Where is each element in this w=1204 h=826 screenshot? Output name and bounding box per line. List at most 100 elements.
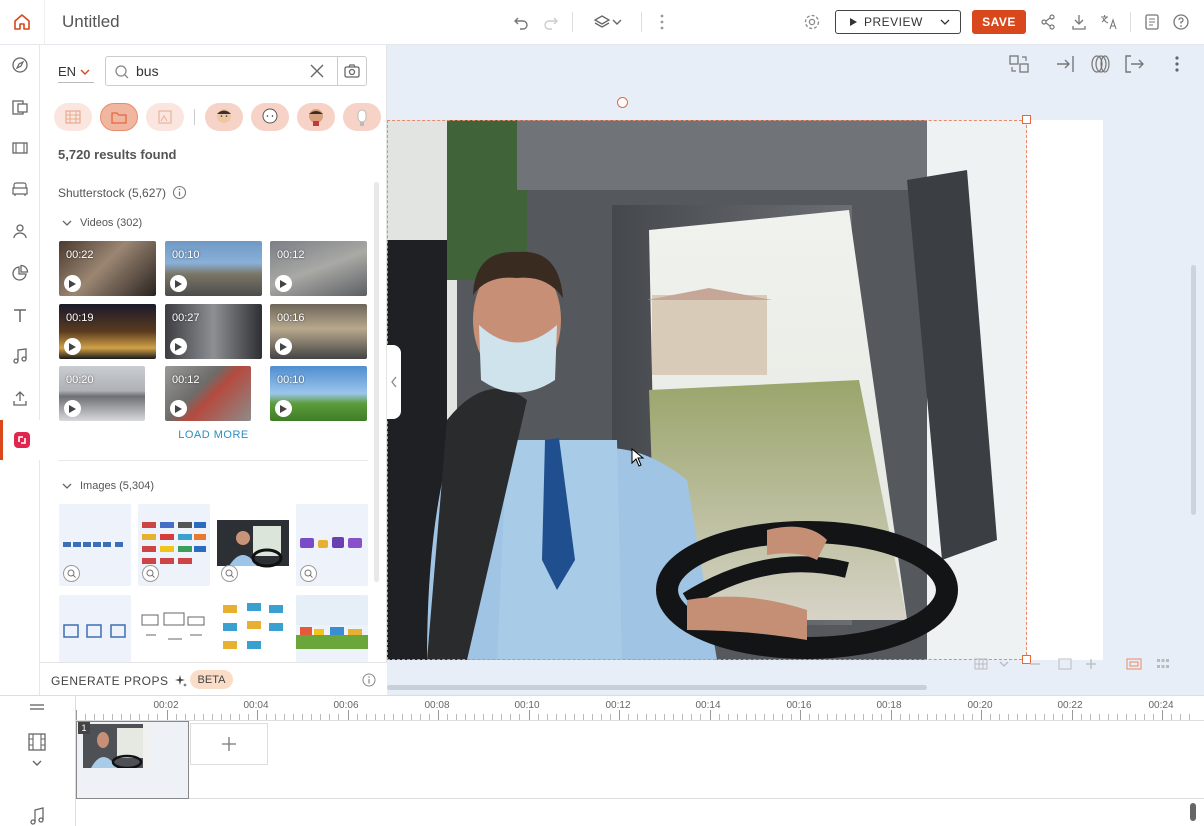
close-icon[interactable] [309, 63, 325, 79]
enter-animation-icon[interactable] [1055, 53, 1077, 80]
more-vertical-icon[interactable] [1173, 53, 1181, 80]
zoom-in-icon[interactable] [1083, 656, 1099, 672]
grid-view-icon[interactable] [1155, 656, 1171, 672]
video-thumbnail[interactable]: 00:20 [59, 366, 145, 421]
zoom-in-icon[interactable] [142, 565, 159, 582]
filter-character-3[interactable] [297, 103, 335, 131]
save-button[interactable]: SAVE [972, 10, 1026, 34]
chevron-down-icon[interactable] [31, 758, 43, 768]
sidebar-item-props[interactable] [0, 169, 40, 209]
settings-button[interactable] [801, 11, 823, 33]
play-icon[interactable] [275, 400, 292, 417]
video-thumbnail[interactable]: 00:19 [59, 304, 156, 359]
info-icon[interactable] [172, 185, 187, 200]
notes-button[interactable] [1141, 11, 1163, 33]
play-icon[interactable] [170, 400, 187, 417]
sidebar-item-templates[interactable] [0, 87, 40, 127]
zoom-in-icon[interactable] [221, 565, 238, 582]
zoom-out-icon[interactable] [1027, 656, 1043, 672]
filter-image[interactable] [146, 103, 184, 131]
image-thumbnail[interactable] [217, 504, 289, 586]
fit-icon[interactable] [1057, 656, 1073, 672]
language-select[interactable]: EN [58, 64, 94, 83]
video-thumbnail[interactable]: 00:22 [59, 241, 156, 296]
video-thumbnail[interactable]: 00:10 [270, 366, 367, 421]
ruler-tick [184, 714, 186, 720]
video-thumbnail[interactable]: 00:27 [165, 304, 262, 359]
collapse-panel-button[interactable] [387, 345, 401, 419]
preview-button[interactable]: PREVIEW [835, 10, 961, 34]
play-icon[interactable] [64, 338, 81, 355]
play-icon[interactable] [64, 400, 81, 417]
film-icon[interactable] [26, 731, 48, 753]
filter-video[interactable] [54, 103, 92, 131]
replace-icon[interactable] [1008, 53, 1030, 80]
document-title[interactable]: Untitled [62, 12, 120, 32]
play-icon[interactable] [275, 275, 292, 292]
filter-character-4[interactable] [343, 103, 381, 131]
drag-handle-icon[interactable] [28, 702, 46, 712]
load-more-button[interactable]: LOAD MORE [40, 429, 387, 441]
more-menu-button[interactable] [651, 11, 673, 33]
translate-button[interactable] [1098, 11, 1120, 33]
zoom-in-icon[interactable] [300, 565, 317, 582]
sidebar-item-scenes[interactable] [0, 128, 40, 168]
info-icon[interactable] [362, 673, 376, 687]
play-icon[interactable] [275, 338, 292, 355]
filter-character-2[interactable] [251, 103, 289, 131]
undo-button[interactable] [510, 11, 532, 33]
share-button[interactable] [1037, 11, 1059, 33]
play-icon[interactable] [64, 275, 81, 292]
redo-button[interactable] [540, 11, 562, 33]
vertical-scrollbar[interactable] [1191, 265, 1196, 515]
image-thumbnail[interactable] [296, 504, 368, 586]
timeline-scrollbar[interactable] [1190, 803, 1196, 821]
sidebar-item-characters[interactable] [0, 211, 40, 251]
resize-handle[interactable] [1022, 115, 1031, 124]
home-button[interactable] [0, 0, 45, 45]
image-thumbnail[interactable] [296, 595, 368, 662]
video-thumbnail[interactable]: 00:10 [165, 241, 262, 296]
play-icon[interactable] [170, 275, 187, 292]
help-button[interactable] [1170, 11, 1192, 33]
rotate-handle[interactable] [617, 97, 628, 108]
grid-icon[interactable] [973, 656, 989, 672]
video-thumbnail[interactable]: 00:12 [270, 241, 367, 296]
sidebar-item-charts[interactable] [0, 253, 40, 293]
camera-icon[interactable] [343, 62, 361, 80]
layers-dropdown[interactable] [588, 11, 628, 33]
safe-area-icon[interactable] [1125, 656, 1143, 672]
image-thumbnail[interactable] [138, 504, 210, 586]
zoom-in-icon[interactable] [63, 565, 80, 582]
video-thumbnail[interactable]: 00:16 [270, 304, 367, 359]
effect-icon[interactable] [1089, 53, 1111, 80]
exit-animation-icon[interactable] [1123, 53, 1145, 80]
videos-section-toggle[interactable]: Videos (302) [62, 217, 142, 229]
images-section-toggle[interactable]: Images (5,304) [62, 480, 154, 492]
sidebar-item-text[interactable] [0, 295, 40, 335]
timeline-ruler[interactable]: 00:02 00:04 00:06 00:08 00:10 00:12 00:1… [76, 696, 1204, 721]
sidebar-item-explore[interactable] [0, 45, 40, 85]
horizontal-scrollbar[interactable] [387, 685, 927, 690]
filter-folder[interactable] [100, 103, 138, 131]
sidebar-item-upload[interactable] [0, 378, 40, 418]
play-icon[interactable] [170, 338, 187, 355]
chevron-down-icon[interactable] [999, 659, 1009, 669]
image-thumbnail[interactable] [59, 504, 131, 586]
music-note-icon[interactable] [28, 806, 46, 826]
image-thumbnail[interactable] [217, 595, 289, 662]
panel-scrollbar[interactable] [374, 182, 379, 582]
search-input[interactable] [136, 62, 296, 80]
scene-clip[interactable]: 1 [76, 721, 189, 799]
sidebar-item-audio[interactable] [0, 336, 40, 376]
image-thumbnail[interactable] [59, 595, 131, 662]
filter-character-1[interactable] [205, 103, 243, 131]
video-thumbnail[interactable]: 00:12 [165, 366, 251, 421]
generate-props-button[interactable]: GENERATE PROPS [51, 674, 188, 688]
avatar-icon [357, 109, 367, 126]
add-scene-button[interactable] [190, 723, 268, 765]
download-button[interactable] [1068, 11, 1090, 33]
person-icon [13, 224, 27, 239]
sidebar-item-shutterstock[interactable] [0, 420, 40, 460]
image-thumbnail[interactable] [138, 595, 210, 662]
